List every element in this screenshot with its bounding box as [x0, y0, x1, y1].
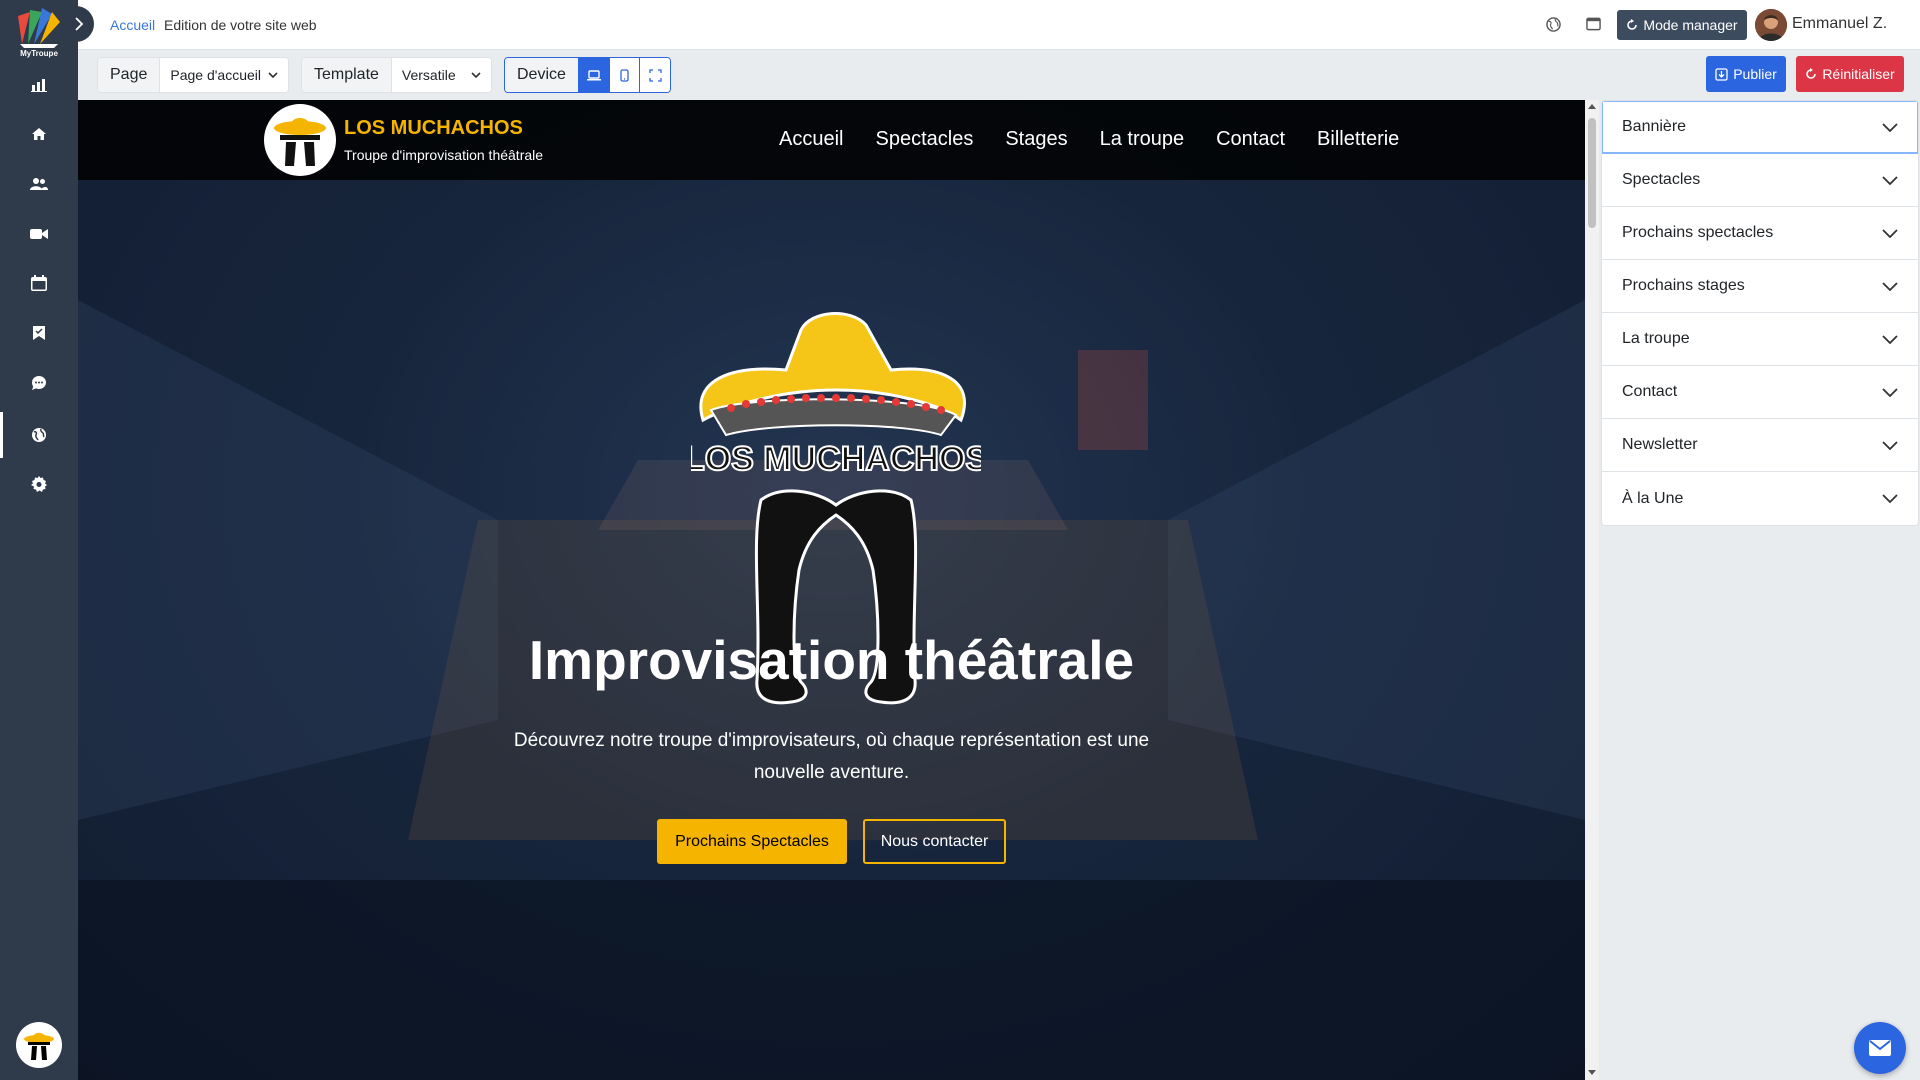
preview-scrollbar[interactable]	[1585, 100, 1599, 1080]
video-icon[interactable]	[24, 219, 54, 249]
device-mobile-button[interactable]	[608, 58, 640, 92]
site-menu-accueil[interactable]: Accueil	[779, 128, 843, 151]
refresh-icon	[1806, 68, 1817, 79]
nav-active-indicator	[0, 412, 3, 458]
template-select[interactable]: Versatile	[391, 58, 491, 92]
page-selector-group: Page Page d'accueil	[97, 57, 289, 93]
site-menu: Accueil Spectacles Stages La troupe Cont…	[779, 128, 1399, 151]
mode-manager-button[interactable]: Mode manager	[1617, 10, 1747, 40]
refresh-icon	[1627, 19, 1638, 30]
mode-manager-label: Mode manager	[1643, 17, 1738, 33]
device-label: Device	[505, 58, 578, 92]
chevron-down-icon	[1882, 334, 1898, 344]
publish-label: Publier	[1733, 66, 1777, 82]
user-name[interactable]: Emmanuel Z.	[1792, 15, 1887, 33]
section-label: Bannière	[1622, 118, 1687, 135]
breadcrumb-home-link[interactable]: Accueil	[110, 17, 155, 33]
page-select[interactable]: Page d'accueil	[160, 58, 288, 92]
section-label: Contact	[1622, 383, 1678, 400]
users-icon[interactable]	[24, 169, 54, 199]
chevron-down-icon	[1882, 228, 1898, 238]
section-label: Prochains spectacles	[1622, 224, 1774, 241]
section-a-la-une[interactable]: À la Une	[1602, 472, 1918, 525]
template-select-value: Versatile	[401, 67, 456, 83]
section-newsletter[interactable]: Newsletter	[1602, 419, 1918, 472]
chevron-down-icon	[1882, 387, 1898, 397]
scrollbar-thumb[interactable]	[1588, 118, 1596, 228]
section-la-troupe[interactable]: La troupe	[1602, 313, 1918, 366]
globe-icon[interactable]	[24, 420, 54, 450]
mytroupe-logo[interactable]: MyTroupe	[8, 4, 70, 58]
chevron-down-icon	[1882, 281, 1898, 291]
next-shows-button[interactable]: Prochains Spectacles	[657, 819, 847, 864]
section-contact[interactable]: Contact	[1602, 366, 1918, 419]
reset-button[interactable]: Réinitialiser	[1796, 56, 1904, 92]
chevron-down-icon	[1882, 440, 1898, 450]
publish-button[interactable]: Publier	[1706, 56, 1786, 92]
site-preview[interactable]: LOS MUCHACHOS Troupe d'improvisation thé…	[78, 100, 1585, 1080]
section-label: Spectacles	[1622, 171, 1701, 188]
site-menu-stages[interactable]: Stages	[1005, 128, 1067, 151]
section-prochains-stages[interactable]: Prochains stages	[1602, 260, 1918, 313]
template-selector-group: Template Versatile	[301, 57, 492, 93]
section-spectacles[interactable]: Spectacles	[1602, 154, 1918, 207]
bookmark-icon[interactable]	[24, 318, 54, 348]
hero-title: Improvisation théâtrale	[528, 629, 1135, 691]
section-label: La troupe	[1622, 330, 1690, 347]
site-name[interactable]: LOS MUCHACHOS	[344, 117, 523, 140]
device-selector-group: Device	[504, 57, 671, 93]
device-fullscreen-button[interactable]	[639, 58, 670, 92]
page-label: Page	[98, 58, 161, 92]
hero-logo-text: LOS MUCHACHOS	[691, 440, 981, 478]
calendar-icon[interactable]	[24, 268, 54, 298]
sections-accordion: Bannière Spectacles Prochains spectacles…	[1601, 100, 1919, 526]
chevron-down-icon	[1882, 175, 1898, 185]
section-banniere[interactable]: Bannière	[1602, 101, 1918, 154]
section-label: Prochains stages	[1622, 277, 1745, 294]
site-menu-contact[interactable]: Contact	[1216, 128, 1285, 151]
site-menu-billetterie[interactable]: Billetterie	[1317, 128, 1399, 151]
sidebar: MyTroupe	[0, 0, 94, 1080]
device-desktop-button[interactable]	[577, 58, 609, 92]
upload-icon	[1715, 67, 1728, 81]
top-bar: Accueil Edition de votre site web Mode m…	[78, 0, 1920, 50]
site-tagline: Troupe d'improvisation théâtrale	[344, 147, 544, 163]
chevron-down-icon	[268, 72, 278, 78]
scroll-up-arrow[interactable]	[1588, 104, 1596, 109]
chevron-down-icon	[1882, 122, 1898, 132]
mobile-icon	[620, 68, 629, 82]
scroll-down-arrow[interactable]	[1588, 1070, 1596, 1075]
window-icon[interactable]	[1583, 14, 1603, 34]
section-label: À la Une	[1622, 489, 1684, 507]
user-avatar[interactable]	[1755, 9, 1787, 41]
section-prochains-spectacles[interactable]: Prochains spectacles	[1602, 207, 1918, 260]
sections-panel: Bannière Spectacles Prochains spectacles…	[1599, 100, 1920, 1080]
site-header: LOS MUCHACHOS Troupe d'improvisation thé…	[78, 100, 1585, 180]
page-select-value: Page d'accueil	[170, 67, 261, 83]
home-icon[interactable]	[24, 119, 54, 149]
reset-label: Réinitialiser	[1822, 66, 1895, 82]
editor-toolbar: Page Page d'accueil Template Versatile D…	[78, 50, 1920, 100]
contact-us-button[interactable]: Nous contacter	[863, 819, 1006, 864]
template-label: Template	[302, 58, 392, 92]
hero-subtitle: Découvrez notre troupe d'improvisateurs,…	[513, 730, 1150, 783]
support-chat-button[interactable]	[1854, 1022, 1906, 1074]
breadcrumb-current: Edition de votre site web	[164, 17, 317, 33]
desktop-icon	[586, 69, 601, 80]
fullscreen-icon	[649, 68, 662, 82]
chat-icon[interactable]	[24, 368, 54, 398]
envelope-icon	[1869, 1040, 1891, 1056]
logo-text: MyTroupe	[20, 49, 58, 58]
chart-icon[interactable]	[24, 70, 54, 100]
gear-icon[interactable]	[24, 469, 54, 499]
chevron-down-icon	[1882, 494, 1898, 503]
site-menu-spectacles[interactable]: Spectacles	[875, 128, 973, 151]
section-label: Newsletter	[1622, 436, 1698, 453]
site-menu-la-troupe[interactable]: La troupe	[1100, 128, 1185, 151]
site-logo[interactable]	[264, 104, 336, 176]
chevron-right-icon	[75, 17, 84, 31]
chevron-down-icon	[471, 72, 481, 78]
globe-icon[interactable]	[1543, 14, 1563, 34]
troupe-avatar[interactable]	[16, 1022, 62, 1068]
